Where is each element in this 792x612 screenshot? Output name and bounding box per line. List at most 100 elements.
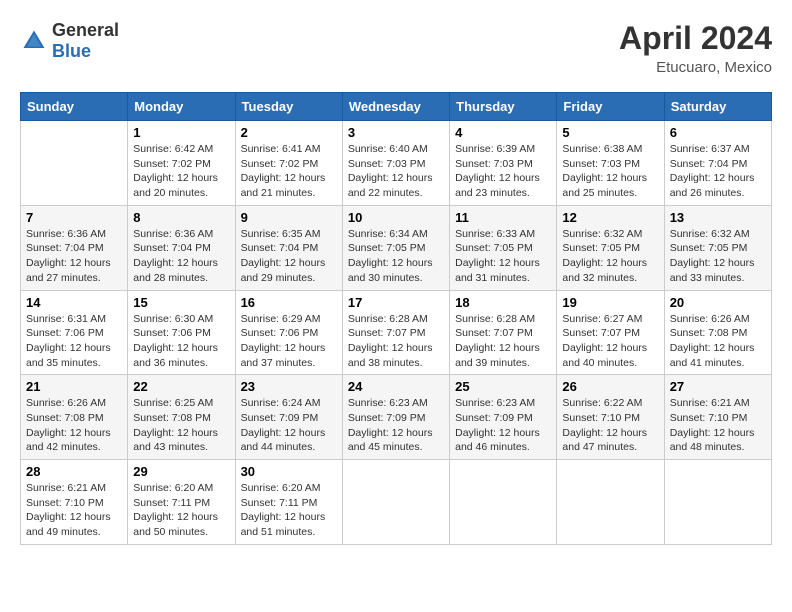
day-info: Sunrise: 6:36 AMSunset: 7:04 PMDaylight:… — [133, 227, 229, 286]
header-cell-saturday: Saturday — [664, 93, 771, 121]
day-cell: 17Sunrise: 6:28 AMSunset: 7:07 PMDayligh… — [342, 290, 449, 375]
day-info: Sunrise: 6:42 AMSunset: 7:02 PMDaylight:… — [133, 142, 229, 201]
day-cell: 19Sunrise: 6:27 AMSunset: 7:07 PMDayligh… — [557, 290, 664, 375]
day-cell: 25Sunrise: 6:23 AMSunset: 7:09 PMDayligh… — [450, 375, 557, 460]
day-cell: 13 Sunrise: 6:32 AMSunset: 7:05 PMDayligh… — [664, 205, 771, 290]
calendar-table: SundayMondayTuesdayWednesdayThursdayFrid… — [20, 92, 772, 545]
day-info: Sunrise: 6:28 AMSunset: 7:07 PMDaylight:… — [348, 312, 444, 371]
day-info: Sunrise: 6:31 AMSunset: 7:06 PMDaylight:… — [26, 312, 122, 371]
day-cell: 12 Sunrise: 6:32 AMSunset: 7:05 PMDayligh… — [557, 205, 664, 290]
day-cell: 21Sunrise: 6:26 AMSunset: 7:08 PMDayligh… — [21, 375, 128, 460]
day-cell: 22 Sunrise: 6:25 AMSunset: 7:08 PMDayligh… — [128, 375, 235, 460]
day-cell — [664, 460, 771, 545]
header-cell-monday: Monday — [128, 93, 235, 121]
location-title: Etucuaro, Mexico — [619, 59, 772, 76]
day-info: Sunrise: 6:35 AMSunset: 7:04 PMDaylight:… — [241, 227, 337, 286]
header-cell-thursday: Thursday — [450, 93, 557, 121]
day-number: 21 — [26, 379, 122, 394]
day-info: Sunrise: 6:23 AMSunset: 7:09 PMDaylight:… — [455, 396, 551, 455]
logo: General Blue — [20, 20, 119, 62]
day-number: 9 — [241, 210, 337, 225]
day-info: Sunrise: 6:22 AMSunset: 7:10 PMDaylight:… — [562, 396, 658, 455]
day-number: 10 — [348, 210, 444, 225]
day-info: Sunrise: 6:26 AMSunset: 7:08 PMDaylight:… — [670, 312, 766, 371]
day-number: 30 — [241, 464, 337, 479]
day-cell: 11 Sunrise: 6:33 AMSunset: 7:05 PMDayligh… — [450, 205, 557, 290]
logo-general: General — [52, 20, 119, 40]
day-info: Sunrise: 6:25 AMSunset: 7:08 PMDaylight:… — [133, 396, 229, 455]
day-cell: 20 Sunrise: 6:26 AMSunset: 7:08 PMDayligh… — [664, 290, 771, 375]
day-number: 15 — [133, 295, 229, 310]
day-number: 4 — [455, 125, 551, 140]
day-cell: 24Sunrise: 6:23 AMSunset: 7:09 PMDayligh… — [342, 375, 449, 460]
day-number: 6 — [670, 125, 766, 140]
day-info: Sunrise: 6:34 AMSunset: 7:05 PMDaylight:… — [348, 227, 444, 286]
day-cell: 30 Sunrise: 6:20 AMSunset: 7:11 PMDayligh… — [235, 460, 342, 545]
day-cell: 1 Sunrise: 6:42 AMSunset: 7:02 PMDaylight… — [128, 121, 235, 206]
day-number: 1 — [133, 125, 229, 140]
day-cell: 10 Sunrise: 6:34 AMSunset: 7:05 PMDayligh… — [342, 205, 449, 290]
day-cell — [342, 460, 449, 545]
day-number: 13 — [670, 210, 766, 225]
day-info: Sunrise: 6:40 AMSunset: 7:03 PMDaylight:… — [348, 142, 444, 201]
day-info: Sunrise: 6:20 AMSunset: 7:11 PMDaylight:… — [241, 481, 337, 540]
calendar-header: SundayMondayTuesdayWednesdayThursdayFrid… — [21, 93, 772, 121]
day-cell: 28 Sunrise: 6:21 AMSunset: 7:10 PMDayligh… — [21, 460, 128, 545]
day-info: Sunrise: 6:27 AMSunset: 7:07 PMDaylight:… — [562, 312, 658, 371]
day-info: Sunrise: 6:30 AMSunset: 7:06 PMDaylight:… — [133, 312, 229, 371]
day-cell: 8Sunrise: 6:36 AMSunset: 7:04 PMDaylight… — [128, 205, 235, 290]
day-info: Sunrise: 6:20 AMSunset: 7:11 PMDaylight:… — [133, 481, 229, 540]
day-cell — [557, 460, 664, 545]
header-row: SundayMondayTuesdayWednesdayThursdayFrid… — [21, 93, 772, 121]
day-cell: 29Sunrise: 6:20 AMSunset: 7:11 PMDayligh… — [128, 460, 235, 545]
day-cell: 18Sunrise: 6:28 AMSunset: 7:07 PMDayligh… — [450, 290, 557, 375]
day-number: 28 — [26, 464, 122, 479]
calendar-body: 1 Sunrise: 6:42 AMSunset: 7:02 PMDaylight… — [21, 121, 772, 545]
day-cell: 3Sunrise: 6:40 AMSunset: 7:03 PMDaylight… — [342, 121, 449, 206]
day-cell: 4 Sunrise: 6:39 AMSunset: 7:03 PMDaylight… — [450, 121, 557, 206]
day-cell — [450, 460, 557, 545]
header-cell-tuesday: Tuesday — [235, 93, 342, 121]
day-cell: 2 Sunrise: 6:41 AMSunset: 7:02 PMDaylight… — [235, 121, 342, 206]
day-number: 23 — [241, 379, 337, 394]
day-number: 24 — [348, 379, 444, 394]
day-cell: 7Sunrise: 6:36 AMSunset: 7:04 PMDaylight… — [21, 205, 128, 290]
day-info: Sunrise: 6:32 AMSunset: 7:05 PMDaylight:… — [562, 227, 658, 286]
day-number: 2 — [241, 125, 337, 140]
day-info: Sunrise: 6:38 AMSunset: 7:03 PMDaylight:… — [562, 142, 658, 201]
day-info: Sunrise: 6:32 AMSunset: 7:05 PMDaylight:… — [670, 227, 766, 286]
day-number: 20 — [670, 295, 766, 310]
week-row-3: 14Sunrise: 6:31 AMSunset: 7:06 PMDayligh… — [21, 290, 772, 375]
day-number: 7 — [26, 210, 122, 225]
day-cell: 9 Sunrise: 6:35 AMSunset: 7:04 PMDaylight… — [235, 205, 342, 290]
day-info: Sunrise: 6:37 AMSunset: 7:04 PMDaylight:… — [670, 142, 766, 201]
day-number: 11 — [455, 210, 551, 225]
day-info: Sunrise: 6:33 AMSunset: 7:05 PMDaylight:… — [455, 227, 551, 286]
day-cell: 27 Sunrise: 6:21 AMSunset: 7:10 PMDayligh… — [664, 375, 771, 460]
logo-icon — [20, 27, 48, 55]
header-cell-wednesday: Wednesday — [342, 93, 449, 121]
day-number: 5 — [562, 125, 658, 140]
day-cell: 5 Sunrise: 6:38 AMSunset: 7:03 PMDaylight… — [557, 121, 664, 206]
day-info: Sunrise: 6:29 AMSunset: 7:06 PMDaylight:… — [241, 312, 337, 371]
day-info: Sunrise: 6:21 AMSunset: 7:10 PMDaylight:… — [670, 396, 766, 455]
day-cell: 15 Sunrise: 6:30 AMSunset: 7:06 PMDayligh… — [128, 290, 235, 375]
day-number: 12 — [562, 210, 658, 225]
day-cell: 23Sunrise: 6:24 AMSunset: 7:09 PMDayligh… — [235, 375, 342, 460]
day-cell: 14Sunrise: 6:31 AMSunset: 7:06 PMDayligh… — [21, 290, 128, 375]
day-number: 22 — [133, 379, 229, 394]
day-info: Sunrise: 6:39 AMSunset: 7:03 PMDaylight:… — [455, 142, 551, 201]
day-info: Sunrise: 6:41 AMSunset: 7:02 PMDaylight:… — [241, 142, 337, 201]
day-number: 16 — [241, 295, 337, 310]
page-header: General Blue April 2024 Etucuaro, Mexico — [20, 20, 772, 76]
day-cell: 16 Sunrise: 6:29 AMSunset: 7:06 PMDayligh… — [235, 290, 342, 375]
day-number: 26 — [562, 379, 658, 394]
header-cell-friday: Friday — [557, 93, 664, 121]
day-cell: 6 Sunrise: 6:37 AMSunset: 7:04 PMDaylight… — [664, 121, 771, 206]
logo-text: General Blue — [52, 20, 119, 62]
week-row-1: 1 Sunrise: 6:42 AMSunset: 7:02 PMDaylight… — [21, 121, 772, 206]
week-row-4: 21Sunrise: 6:26 AMSunset: 7:08 PMDayligh… — [21, 375, 772, 460]
day-info: Sunrise: 6:21 AMSunset: 7:10 PMDaylight:… — [26, 481, 122, 540]
day-number: 27 — [670, 379, 766, 394]
day-cell — [21, 121, 128, 206]
